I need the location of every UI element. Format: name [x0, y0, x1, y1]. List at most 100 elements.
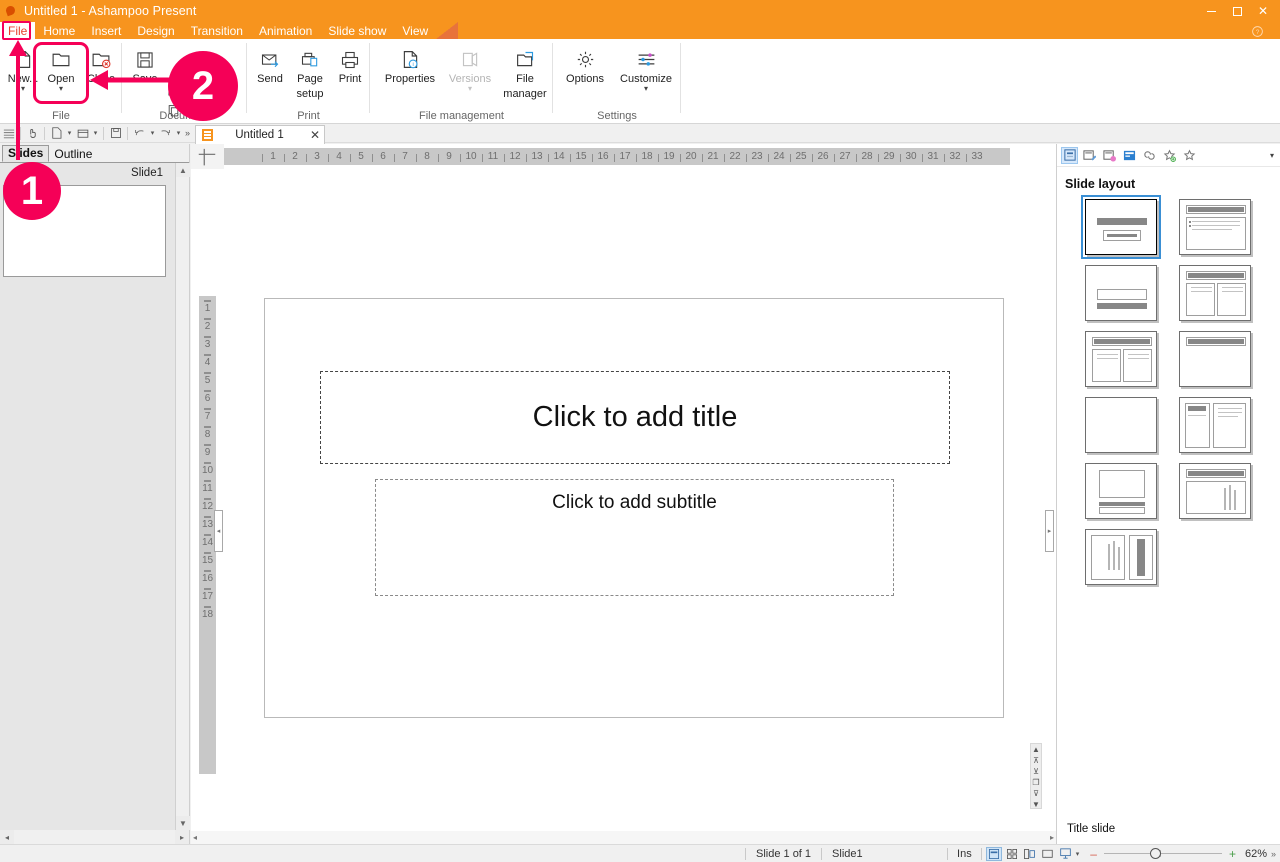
align-middle-icon[interactable]: ⊻	[1033, 766, 1039, 777]
zoom-slider[interactable]	[1103, 847, 1222, 861]
ruler-tick-mark	[262, 154, 263, 162]
color-scheme-icon[interactable]	[1101, 147, 1118, 164]
status-overflow-icon[interactable]: »	[1271, 849, 1280, 859]
horizontal-ruler[interactable]: 1 2 3 4 5 6 7 8 9 10 11 12 13 14 15 16 17 18 19 20 21 22 23 24 2…	[224, 148, 1010, 165]
zoom-level[interactable]: 62%	[1243, 848, 1271, 860]
redo-icon[interactable]	[157, 125, 174, 142]
scroll-up-icon[interactable]: ▲	[176, 163, 190, 177]
tab-design[interactable]: Design	[129, 22, 182, 39]
tab-home[interactable]: Home	[35, 22, 83, 39]
slides-pane-hscrollbar[interactable]: ◂ ▸	[0, 830, 189, 844]
scroll-down-icon[interactable]: ▼	[176, 816, 190, 830]
slide-sorter-view-button[interactable]	[1004, 847, 1020, 861]
redo-caret-icon[interactable]: ▾	[174, 129, 183, 137]
pane-overflow-caret-icon[interactable]: ▾	[1270, 151, 1274, 160]
menu-icon[interactable]	[0, 125, 17, 142]
zoom-knob[interactable]	[1149, 848, 1161, 859]
layout-blank[interactable]	[1085, 397, 1157, 453]
slide-surface[interactable]: Click to add title Click to add subtitle	[264, 298, 1004, 718]
scroll-up-icon[interactable]: ▲	[1032, 744, 1040, 755]
minimize-button[interactable]	[1198, 0, 1224, 22]
new-slide-icon[interactable]	[48, 125, 65, 142]
layout-picture-with-caption[interactable]	[1085, 463, 1157, 519]
versions-button[interactable]: Versions ▾	[442, 44, 498, 93]
notes-view-button[interactable]	[1022, 847, 1038, 861]
close-button[interactable]: ✕	[1250, 0, 1276, 22]
scroll-left-icon[interactable]: ◂	[191, 833, 197, 842]
open-file-caret-icon[interactable]: ▾	[91, 129, 100, 137]
favorites-star-icon[interactable]	[1181, 147, 1198, 164]
slide-layout-icon[interactable]	[1061, 146, 1078, 164]
slide-canvas[interactable]: Click to add title Click to add subtitle…	[214, 170, 1054, 831]
slides-pane-scrollbar[interactable]: ▲ ▼	[175, 163, 190, 830]
tab-animation[interactable]: Animation	[251, 22, 320, 39]
align-bottom-icon[interactable]: ⊽	[1033, 788, 1039, 799]
normal-view-button[interactable]	[985, 846, 1002, 861]
ruler-tick-mark	[614, 154, 615, 162]
slideshow-view-button[interactable]	[1058, 847, 1074, 861]
ruler-corner-icon[interactable]	[191, 144, 224, 169]
ruler-tick-mark	[944, 154, 945, 162]
title-placeholder[interactable]: Click to add title	[320, 371, 950, 464]
maximize-button[interactable]	[1224, 0, 1250, 22]
qat-overflow-icon[interactable]: »	[183, 128, 192, 138]
touch-mode-icon[interactable]	[24, 125, 41, 142]
document-tab-close-icon[interactable]: ✕	[306, 128, 324, 142]
layout-title-two-content[interactable]	[1178, 265, 1251, 321]
help-icon[interactable]: ?	[1248, 24, 1266, 39]
scroll-right-icon[interactable]: ▸	[175, 830, 189, 844]
right-pane-collapse-handle[interactable]: ▸	[1045, 510, 1054, 552]
save-button-label: Save	[132, 73, 158, 85]
canvas-tool-strip[interactable]: ▲ ⊼ ⊻ ❐ ⊽ ▼	[1030, 743, 1042, 809]
tab-slide-show[interactable]: Slide show	[320, 22, 394, 39]
insert-mode-status[interactable]: Ins	[948, 848, 981, 860]
save-button[interactable]: Save	[122, 44, 168, 85]
layout-title-and-content[interactable]	[1178, 199, 1251, 255]
versions-caret-icon[interactable]: ▾	[442, 85, 498, 93]
options-button[interactable]: Options	[557, 44, 613, 85]
customize-button[interactable]: Customize ▾	[615, 44, 677, 93]
undo-icon[interactable]	[131, 125, 148, 142]
align-top-icon[interactable]: ⊼	[1033, 755, 1039, 766]
print-button[interactable]: Print	[327, 44, 373, 85]
scroll-left-icon[interactable]: ◂	[0, 830, 14, 844]
customize-caret-icon[interactable]: ▾	[615, 85, 677, 93]
animation-scheme-icon[interactable]	[1141, 147, 1158, 164]
layout-title-and-chart[interactable]	[1178, 463, 1251, 519]
properties-icon: i	[379, 44, 441, 70]
layout-title-two-content-b[interactable]	[1085, 331, 1157, 387]
save-icon[interactable]	[107, 125, 124, 142]
left-pane-collapse-handle[interactable]: ◂	[214, 510, 223, 552]
tab-insert[interactable]: Insert	[83, 22, 129, 39]
properties-button[interactable]: i Properties	[379, 44, 441, 85]
tab-outline[interactable]: Outline	[49, 147, 97, 162]
canvas-hscrollbar[interactable]: ◂ ▸	[191, 831, 1056, 844]
tab-slides[interactable]: Slides	[2, 145, 50, 162]
subtitle-placeholder[interactable]: Click to add subtitle	[375, 479, 894, 596]
reading-view-button[interactable]	[1040, 847, 1056, 861]
layout-chart-and-table[interactable]	[1085, 529, 1157, 585]
layout-title-slide[interactable]	[1081, 195, 1161, 259]
zoom-in-button[interactable]: +	[1222, 847, 1243, 861]
custom-animation-icon[interactable]	[1161, 147, 1178, 164]
scroll-down-icon[interactable]: ▼	[1032, 799, 1040, 810]
layout-title-only[interactable]	[1178, 331, 1251, 387]
ruler-tick-mark	[438, 154, 439, 162]
ruler-tick-mark	[482, 154, 483, 162]
slide-design-icon[interactable]	[1081, 147, 1098, 164]
duplicate-icon[interactable]: ❐	[1032, 777, 1039, 788]
open-file-icon[interactable]	[74, 125, 91, 142]
ruler-tick-mark	[812, 154, 813, 162]
zoom-out-button[interactable]: –	[1083, 847, 1104, 861]
layout-title-bottom[interactable]	[1085, 265, 1157, 321]
customize-sliders-icon	[615, 44, 677, 70]
background-icon[interactable]	[1121, 147, 1138, 164]
document-tab[interactable]: Untitled 1 ✕	[195, 125, 325, 144]
file-manager-button[interactable]: File manager	[500, 44, 550, 100]
layout-content-with-caption[interactable]	[1178, 397, 1251, 453]
view-overflow-caret-icon[interactable]: ▾	[1076, 850, 1080, 858]
tab-transition[interactable]: Transition	[183, 22, 251, 39]
tab-view[interactable]: View	[394, 22, 436, 39]
new-slide-caret-icon[interactable]: ▾	[65, 129, 74, 137]
undo-caret-icon[interactable]: ▾	[148, 129, 157, 137]
